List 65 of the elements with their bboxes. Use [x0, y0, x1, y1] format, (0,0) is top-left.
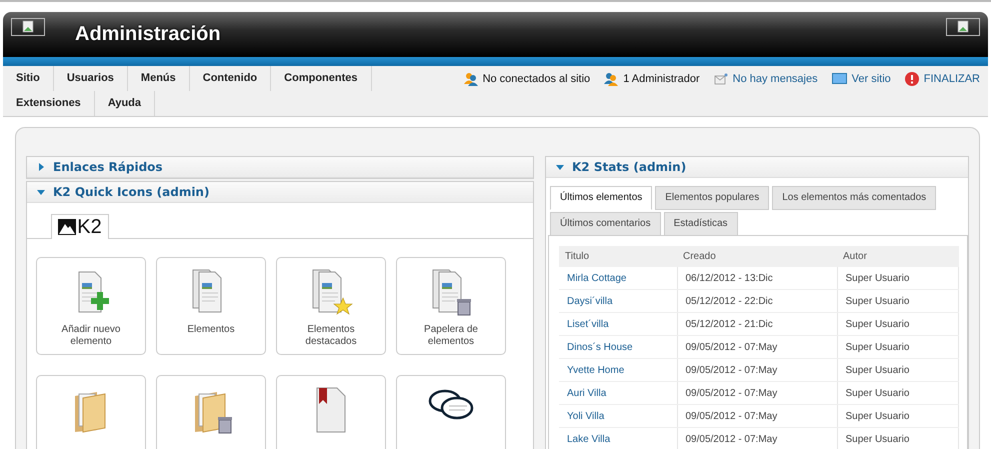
broken-image-icon — [11, 18, 45, 36]
table-cell: Super Usuario — [837, 312, 958, 336]
menu-item[interactable]: Usuarios — [54, 66, 128, 91]
column-header: Creado — [677, 246, 837, 267]
status-link[interactable]: 1 Administrador — [604, 72, 700, 86]
module-header[interactable]: K2 Quick Icons (admin) — [27, 182, 533, 203]
quick-icon-button[interactable] — [396, 375, 506, 449]
module-header[interactable]: K2 Stats (admin) — [546, 157, 968, 178]
tab[interactable]: Los elementos más comentados — [772, 186, 936, 210]
table-cell: Super Usuario — [837, 358, 958, 382]
caret-down-icon — [556, 163, 564, 171]
status-link[interactable]: FINALIZAR — [904, 72, 980, 86]
menu-item[interactable]: Sitio — [3, 66, 54, 91]
table-cell: Super Usuario — [837, 290, 958, 312]
table-cell: 09/05/2012 - 07:May — [677, 358, 837, 382]
menu-item[interactable]: Componentes — [271, 66, 372, 91]
envelope-icon — [714, 72, 728, 84]
status-link[interactable]: No conectados al sitio — [464, 72, 590, 86]
item-link[interactable]: Dinos´s House — [559, 336, 677, 358]
caret-right-icon — [37, 163, 45, 171]
module-header[interactable]: Enlaces Rápidos — [27, 157, 533, 178]
menu-item[interactable]: Extensiones — [3, 91, 95, 116]
item-link[interactable]: Daysi´villa — [559, 290, 677, 312]
table-cell: 09/05/2012 - 07:May — [677, 382, 837, 404]
table-cell: 09/05/2012 - 07:May — [677, 428, 837, 449]
users-icon — [604, 72, 618, 86]
quick-icon-button[interactable]: Elementos — [156, 257, 266, 355]
menu-item[interactable]: Menús — [128, 66, 190, 91]
menu-item[interactable]: Contenido — [190, 66, 272, 91]
item-link[interactable]: Yoli Villa — [559, 404, 677, 428]
item-link[interactable]: Mirla Cottage — [559, 267, 677, 290]
k2-logo-tab[interactable]: K2 — [51, 214, 109, 239]
item-link[interactable]: Auri Villa — [559, 382, 677, 404]
column-header: Autor — [837, 246, 958, 267]
quick-icon-button[interactable]: Elementos destacados — [276, 257, 386, 355]
broken-image-icon — [946, 18, 980, 36]
status-link[interactable]: No hay mensajes — [714, 72, 818, 84]
table-cell: 09/05/2012 - 07:May — [677, 336, 837, 358]
caret-down-icon — [37, 188, 45, 196]
status-link[interactable]: Ver sitio — [832, 72, 891, 84]
item-link[interactable]: Liset´villa — [559, 312, 677, 336]
table-cell: Super Usuario — [837, 267, 958, 290]
quick-icon-button[interactable]: Papelera de elementos — [396, 257, 506, 355]
tab[interactable]: Estadísticas — [664, 212, 738, 236]
tab[interactable]: Elementos populares — [655, 186, 770, 210]
tab[interactable]: Últimos comentarios — [550, 212, 661, 236]
alert-icon — [904, 72, 919, 86]
table-cell: 06/12/2012 - 13:Dic — [677, 267, 837, 290]
column-header: Titulo — [559, 246, 677, 267]
app-title: Administración — [75, 23, 221, 46]
table-cell: Super Usuario — [837, 382, 958, 404]
table-cell: 05/12/2012 - 22:Dic — [677, 290, 837, 312]
table-cell: Super Usuario — [837, 428, 958, 449]
item-link[interactable]: Yvette Home — [559, 358, 677, 382]
quick-icon-button[interactable]: Añadir nuevo elemento — [36, 257, 146, 355]
mountain-icon — [58, 219, 76, 235]
table-cell: Super Usuario — [837, 404, 958, 428]
item-link[interactable]: Lake Villa — [559, 428, 677, 449]
table-cell: Super Usuario — [837, 336, 958, 358]
window-icon — [832, 73, 847, 84]
table-cell: 05/12/2012 - 21:Dic — [677, 312, 837, 336]
users-icon — [464, 72, 478, 86]
menu-item[interactable]: Ayuda — [94, 91, 156, 116]
tab[interactable]: Últimos elementos — [550, 186, 652, 210]
table-cell: 09/05/2012 - 07:May — [677, 404, 837, 428]
